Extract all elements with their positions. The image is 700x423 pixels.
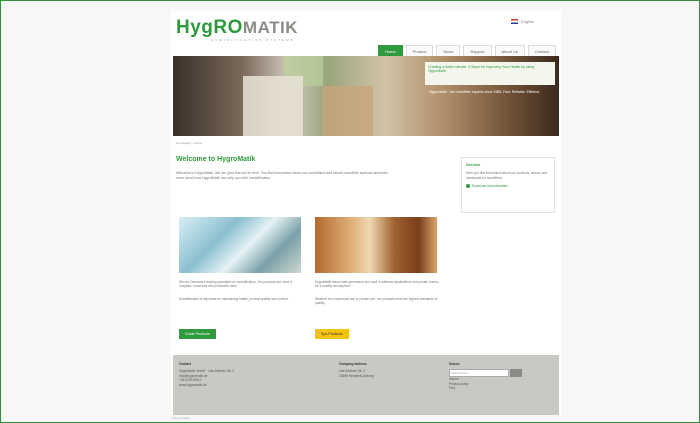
footer-address-line-2: 24558 Henstedt-Ulzburg: [339, 373, 374, 378]
hero-banner: Creating a better climate. 3 Steps for i…: [173, 56, 559, 136]
search-input[interactable]: Search term: [449, 369, 509, 378]
welcome-text: Welcome to HygroMatik. We are glad that …: [176, 171, 389, 180]
service-box-title: Service: [466, 162, 481, 167]
search-row: Search term: [449, 369, 522, 378]
spa-column: HygroMatik steam bath generators are use…: [315, 280, 441, 313]
logo-text-a: HygRO: [176, 17, 243, 38]
footer-address: Company address Lise-Meitner-Str. 3 2455…: [339, 362, 374, 378]
web-page: HygROMATIK HUMIDIFICATION SYSTEMS Englis…: [171, 11, 561, 415]
flag-icon: [511, 19, 518, 24]
footer-link-faq[interactable]: FAQ: [449, 386, 522, 390]
hero-box-shape-2: [323, 86, 373, 136]
hero-box-shape: [243, 76, 303, 136]
footer-contact-web[interactable]: www.hygromatik.de: [179, 383, 234, 387]
copyright: © HygroMatik: [171, 416, 190, 420]
language-selector[interactable]: English: [511, 19, 534, 24]
download-link[interactable]: Download documentation: [466, 184, 550, 188]
industry-text-2: Humidification is important for maintain…: [179, 296, 289, 301]
footer: Contact HygroMatik GmbH · Lise-Meitner-S…: [173, 355, 559, 415]
guide-products-button[interactable]: Guide Products: [179, 329, 216, 339]
industry-text-1: We are Germany's leading specialist for …: [179, 280, 293, 289]
brand-logo[interactable]: HygROMATIK: [176, 17, 298, 38]
footer-search-heading: Search: [449, 362, 460, 366]
search-button[interactable]: [510, 369, 522, 378]
logo-tagline: HUMIDIFICATION SYSTEMS: [211, 38, 295, 42]
service-box: Service Here you find information about …: [461, 157, 555, 213]
footer-search: Search Search term Imprint Privacy polic…: [449, 362, 522, 391]
arrow-icon: [466, 184, 470, 188]
spa-text-1: HygroMatik steam bath generators are use…: [315, 280, 439, 289]
spa-text-2: Whether for commercial use or private us…: [315, 296, 438, 305]
footer-contact-heading: Contact: [179, 362, 191, 366]
spa-products-button[interactable]: Spa Products: [315, 329, 349, 339]
hero-text: HygroMatik - the humidifier experts sinc…: [429, 90, 540, 94]
download-link-label: Download documentation: [472, 184, 508, 188]
page-frame: HygROMATIK HUMIDIFICATION SYSTEMS Englis…: [0, 0, 700, 423]
footer-contact: Contact HygroMatik GmbH · Lise-Meitner-S…: [179, 362, 234, 387]
page-title: Welcome to HygroMatik: [176, 156, 256, 163]
footer-address-heading: Company address: [339, 362, 367, 366]
breadcrumb[interactable]: Homepage > Home: [176, 141, 202, 145]
spa-image: [315, 217, 437, 273]
industry-image: [179, 217, 301, 273]
service-box-text: Here you find information about our prod…: [466, 171, 548, 180]
logo-text-b: MATIK: [242, 18, 298, 37]
hero-card[interactable]: Creating a better climate. 3 Steps for i…: [425, 62, 555, 85]
industry-column: We are Germany's leading specialist for …: [179, 280, 305, 309]
language-label: English: [521, 19, 535, 24]
